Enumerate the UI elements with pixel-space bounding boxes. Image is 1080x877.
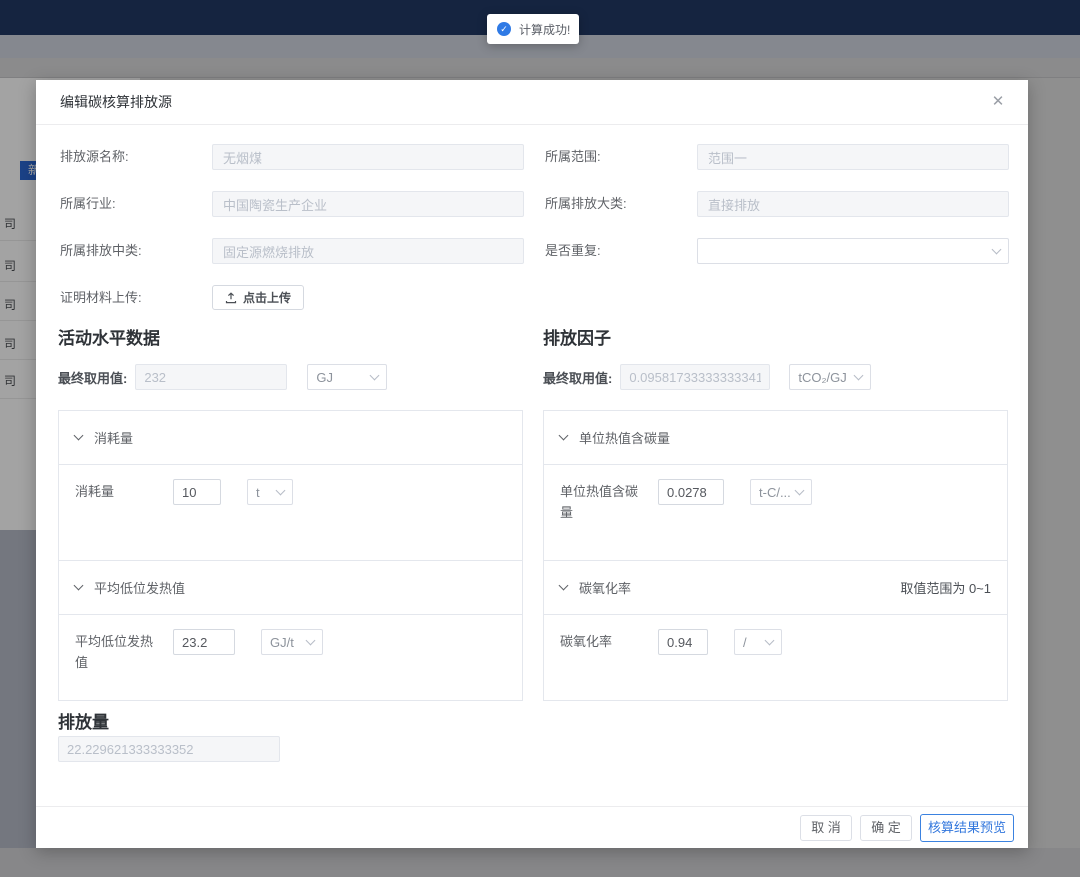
close-icon[interactable]: ✕ (988, 92, 1008, 112)
carbon-content-panel-header[interactable]: 单位热值含碳量 (544, 411, 1007, 465)
result-preview-button[interactable]: 核算结果预览 (920, 814, 1014, 842)
middle-category-field[interactable] (212, 238, 524, 264)
activity-final-value-field[interactable] (135, 364, 287, 390)
consumption-unit-select[interactable]: t (247, 479, 293, 505)
confirm-button[interactable]: 确 定 (860, 815, 912, 841)
factor-section-title: 排放因子 (543, 324, 611, 349)
oxidation-rate-range-note: 取值范围为 0~1 (900, 578, 991, 597)
oxidation-rate-unit-select[interactable]: / (734, 629, 782, 655)
source-name-field[interactable] (212, 144, 524, 170)
upload-label: 证明材料上传: (60, 285, 212, 311)
middle-category-label: 所属排放中类: (60, 238, 212, 264)
edit-emission-source-dialog: 编辑碳核算排放源 ✕ 排放源名称: 所属范围: 所属行业: 所属排放大类: 所属… (36, 80, 1028, 848)
consumption-panel-body: 消耗量 t (59, 465, 522, 561)
scope-field[interactable] (697, 144, 1009, 170)
dialog-header: 编辑碳核算排放源 ✕ (36, 80, 1028, 125)
upload-button-label: 点击上传 (243, 289, 291, 306)
upload-icon (225, 292, 237, 304)
heating-value-unit-select[interactable]: GJ/t (261, 629, 323, 655)
heating-value-panel-header[interactable]: 平均低位发热值 (59, 561, 522, 615)
toast-message: 计算成功! (519, 21, 570, 38)
heating-value-unit: GJ/t (270, 635, 307, 650)
form-row: 所属排放中类: 是否重复: (36, 238, 1028, 264)
emission-section-title: 排放量 (58, 708, 109, 733)
oxidation-rate-unit: / (743, 635, 766, 650)
form-row: 证明材料上传: 点击上传 (36, 285, 1028, 311)
source-name-label: 排放源名称: (60, 144, 212, 170)
form-row: 排放源名称: 所属范围: (36, 144, 1028, 170)
carbon-content-unit-select[interactable]: t-C/... (750, 479, 812, 505)
carbon-content-input[interactable] (658, 479, 724, 505)
chevron-down-icon (854, 370, 864, 380)
form-row: 所属行业: 所属排放大类: (36, 191, 1028, 217)
oxidation-rate-panel-title: 碳氧化率 (579, 578, 631, 597)
factor-final-label: 最终取用值: (543, 368, 612, 387)
activity-final-unit-select[interactable]: GJ (307, 364, 387, 390)
heating-value-panel-title: 平均低位发热值 (94, 578, 185, 597)
carbon-content-panel: 单位热值含碳量 单位热值含碳量 t-C/... 碳氧化率 取值范围为 0~1 碳… (543, 410, 1008, 701)
chevron-down-icon (795, 485, 805, 495)
activity-final-label: 最终取用值: (58, 368, 127, 387)
chevron-down-icon (276, 485, 286, 495)
consumption-unit: t (256, 485, 277, 500)
major-category-label: 所属排放大类: (545, 191, 697, 217)
activity-final-unit: GJ (316, 370, 371, 385)
consumption-input[interactable] (173, 479, 221, 505)
factor-final-row: 最终取用值: tCO₂/GJ (543, 364, 871, 390)
chevron-down-icon (765, 635, 775, 645)
dialog-title: 编辑碳核算排放源 (60, 80, 172, 125)
collapse-chevron-icon (559, 581, 569, 591)
factor-final-unit: tCO₂/GJ (798, 370, 855, 385)
emission-amount-field[interactable] (58, 736, 280, 762)
is-duplicate-label: 是否重复: (545, 238, 697, 264)
carbon-content-panel-body: 单位热值含碳量 t-C/... (544, 465, 1007, 561)
heating-value-panel-body: 平均低位发热值 GJ/t (59, 615, 522, 701)
oxidation-rate-panel-body: 碳氧化率 / (544, 615, 1007, 701)
consumption-panel: 消耗量 消耗量 t 平均低位发热值 平均低位发热值 GJ/t (58, 410, 523, 701)
collapse-chevron-icon (559, 431, 569, 441)
activity-final-row: 最终取用值: GJ (58, 364, 387, 390)
carbon-content-unit: t-C/... (759, 485, 796, 500)
oxidation-rate-input[interactable] (658, 629, 708, 655)
major-category-field[interactable] (697, 191, 1009, 217)
industry-label: 所属行业: (60, 191, 212, 217)
consumption-field-label: 消耗量 (75, 479, 163, 503)
factor-final-value-field[interactable] (620, 364, 770, 390)
heating-value-field-label: 平均低位发热值 (75, 629, 163, 674)
chevron-down-icon (306, 635, 316, 645)
factor-final-unit-select[interactable]: tCO₂/GJ (789, 364, 871, 390)
oxidation-rate-field-label: 碳氧化率 (560, 629, 648, 653)
is-duplicate-select[interactable] (697, 238, 1009, 264)
collapse-chevron-icon (74, 581, 84, 591)
activity-section-title: 活动水平数据 (58, 324, 160, 349)
chevron-down-icon (992, 244, 1002, 254)
consumption-panel-header[interactable]: 消耗量 (59, 411, 522, 465)
chevron-down-icon (370, 370, 380, 380)
dialog-footer: 取 消 确 定 核算结果预览 (36, 806, 1028, 848)
oxidation-rate-panel-header[interactable]: 碳氧化率 取值范围为 0~1 (544, 561, 1007, 615)
success-toast: ✓ 计算成功! (487, 14, 579, 44)
scope-label: 所属范围: (545, 144, 697, 170)
heating-value-input[interactable] (173, 629, 235, 655)
collapse-chevron-icon (74, 431, 84, 441)
consumption-panel-title: 消耗量 (94, 428, 133, 447)
cancel-button[interactable]: 取 消 (800, 815, 852, 841)
carbon-content-field-label: 单位热值含碳量 (560, 479, 648, 524)
carbon-content-panel-title: 单位热值含碳量 (579, 428, 670, 447)
upload-button[interactable]: 点击上传 (212, 285, 304, 310)
check-circle-icon: ✓ (497, 22, 511, 36)
industry-field[interactable] (212, 191, 524, 217)
